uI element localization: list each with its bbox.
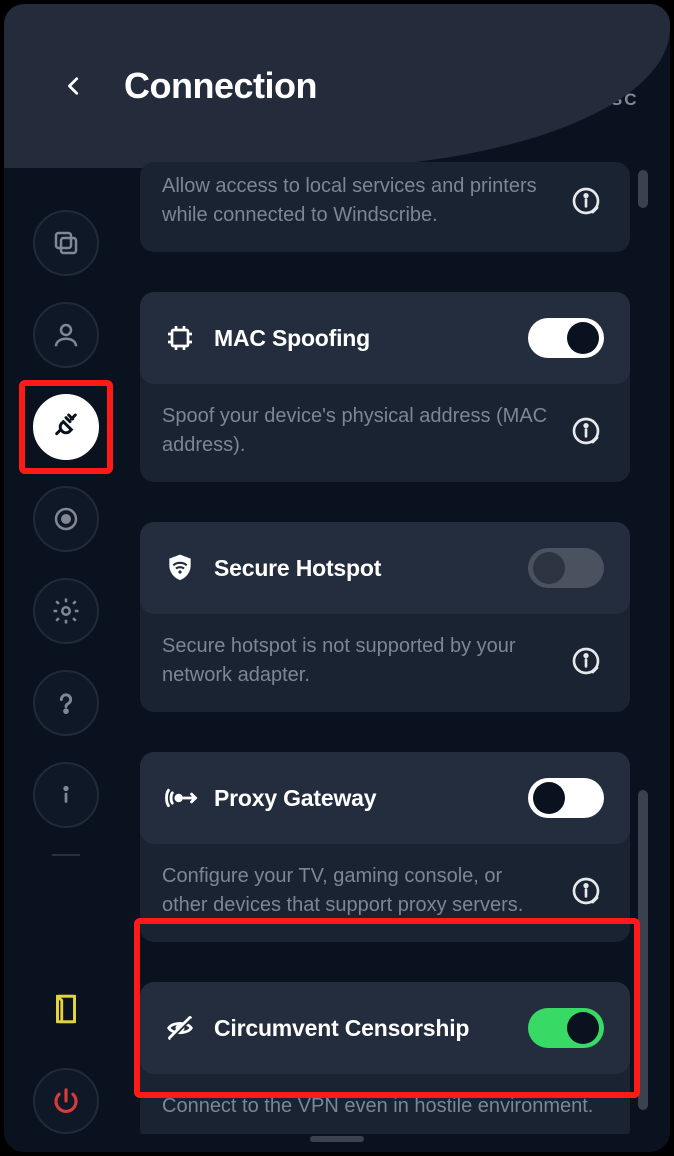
target-icon bbox=[51, 504, 81, 534]
setting-title: MAC Spoofing bbox=[214, 325, 512, 352]
resize-handle[interactable] bbox=[310, 1136, 364, 1142]
question-icon bbox=[52, 689, 80, 717]
settings-list: Allow access to local services and print… bbox=[140, 162, 630, 1134]
scrollbar-track[interactable] bbox=[638, 170, 648, 1094]
sidebar-item-general[interactable] bbox=[33, 210, 99, 276]
sidebar-item-help[interactable] bbox=[33, 670, 99, 736]
setting-lan-traffic: Allow access to local services and print… bbox=[140, 162, 630, 252]
setting-description: Secure hotspot is not supported by your … bbox=[162, 632, 550, 690]
sidebar-item-about[interactable] bbox=[33, 762, 99, 828]
sidebar bbox=[26, 210, 106, 1134]
page-title: Connection bbox=[124, 65, 317, 107]
chevron-left-icon bbox=[63, 69, 85, 103]
setting-title: Secure Hotspot bbox=[214, 555, 512, 582]
app-window: ESC Connection bbox=[0, 0, 674, 1156]
setting-description: Allow access to local services and print… bbox=[162, 172, 550, 230]
setting-mac-spoofing: MAC Spoofing Spoof your device's physica… bbox=[140, 292, 630, 482]
info-button[interactable] bbox=[566, 641, 606, 681]
chip-icon bbox=[162, 320, 198, 356]
header: Connection bbox=[4, 4, 670, 168]
gear-icon bbox=[51, 596, 81, 626]
info-link-icon bbox=[570, 645, 602, 677]
info-button[interactable] bbox=[566, 181, 606, 221]
scrollbar-thumb-section[interactable] bbox=[638, 790, 648, 1110]
info-link-icon bbox=[570, 185, 602, 217]
back-button[interactable] bbox=[60, 72, 88, 100]
info-link-icon bbox=[570, 875, 602, 907]
sidebar-separator bbox=[52, 854, 80, 856]
toggle-proxy-gateway[interactable] bbox=[528, 778, 604, 818]
broadcast-icon bbox=[162, 780, 198, 816]
shield-wifi-icon bbox=[162, 550, 198, 586]
content-area: Allow access to local services and print… bbox=[134, 162, 648, 1134]
sidebar-item-log[interactable] bbox=[33, 976, 99, 1042]
no-eye-icon bbox=[162, 1010, 198, 1046]
scrollbar-thumb[interactable] bbox=[638, 170, 648, 208]
setting-proxy-gateway: Proxy Gateway Configure your TV, gaming … bbox=[140, 752, 630, 942]
info-button[interactable] bbox=[566, 871, 606, 911]
layers-icon bbox=[51, 228, 81, 258]
sidebar-item-rules[interactable] bbox=[33, 486, 99, 552]
setting-circumvent-censorship: Circumvent Censorship Connect to the VPN… bbox=[140, 982, 630, 1134]
toggle-mac-spoofing[interactable] bbox=[528, 318, 604, 358]
setting-description: Spoof your device's physical address (MA… bbox=[162, 402, 550, 460]
sidebar-item-connection[interactable] bbox=[33, 394, 99, 460]
plug-icon bbox=[50, 411, 82, 443]
setting-secure-hotspot: Secure Hotspot Secure hotspot is not sup… bbox=[140, 522, 630, 712]
setting-title: Circumvent Censorship bbox=[214, 1015, 512, 1042]
setting-description: Configure your TV, gaming console, or ot… bbox=[162, 862, 550, 920]
sidebar-item-settings[interactable] bbox=[33, 578, 99, 644]
setting-title: Proxy Gateway bbox=[214, 785, 512, 812]
toggle-secure-hotspot[interactable] bbox=[528, 548, 604, 588]
user-icon bbox=[51, 320, 81, 350]
info-icon bbox=[53, 782, 79, 808]
toggle-circumvent-censorship[interactable] bbox=[528, 1008, 604, 1048]
setting-description: Connect to the VPN even in hostile envir… bbox=[162, 1092, 606, 1121]
info-link-icon bbox=[570, 415, 602, 447]
power-icon bbox=[51, 1086, 81, 1116]
sidebar-item-account[interactable] bbox=[33, 302, 99, 368]
page-icon bbox=[49, 992, 83, 1026]
info-button[interactable] bbox=[566, 411, 606, 451]
sidebar-item-power[interactable] bbox=[33, 1068, 99, 1134]
